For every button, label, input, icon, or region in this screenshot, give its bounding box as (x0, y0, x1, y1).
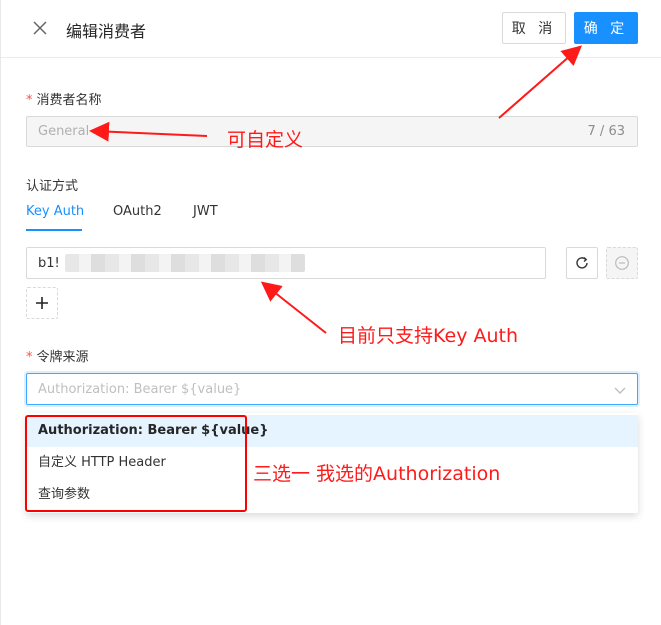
tab-key-auth[interactable]: Key Auth (26, 204, 84, 219)
annotation-custom: 可自定义 (227, 129, 304, 151)
redacted-key-mask (65, 254, 305, 272)
active-tab-indicator (26, 229, 82, 231)
arrow-to-confirm (498, 45, 583, 119)
key-auth-input[interactable]: b1! (26, 247, 546, 279)
refresh-key-button[interactable] (566, 247, 598, 279)
arrow-to-key-input (260, 281, 327, 334)
consumer-name-input[interactable]: General 7 / 63 (26, 116, 638, 147)
tab-jwt[interactable]: JWT (193, 204, 218, 219)
drawer-header: 编辑消费者 取 消 确 定 (1, 0, 661, 58)
plus-icon (36, 297, 48, 309)
cancel-button[interactable]: 取 消 (502, 12, 566, 44)
edit-consumer-drawer: 编辑消费者 取 消 确 定 * 消费者名称 General 7 / 63 认证方式… (0, 0, 661, 625)
add-key-button[interactable] (26, 287, 58, 319)
consumer-name-label-text: 消费者名称 (36, 93, 102, 108)
token-source-placeholder: Authorization: Bearer ${value} (38, 382, 242, 397)
annotation-highlight-box (25, 415, 247, 512)
token-source-label: * 令牌来源 (26, 346, 89, 365)
consumer-name-label: * 消费者名称 (26, 89, 102, 108)
token-source-label-text: 令牌来源 (36, 350, 89, 365)
tab-oauth2[interactable]: OAuth2 (113, 204, 162, 219)
confirm-button[interactable]: 确 定 (574, 12, 638, 44)
required-mark: * (26, 93, 33, 108)
auth-method-label: 认证方式 (26, 179, 79, 194)
annotation-only-key-auth: 目前只支持Key Auth (338, 325, 519, 347)
consumer-name-value: General (38, 124, 90, 139)
chevron-down-icon (614, 387, 626, 394)
required-mark: * (26, 350, 33, 365)
remove-key-button[interactable] (606, 247, 638, 279)
key-auth-value: b1! (38, 256, 60, 271)
annotation-choose-one: 三选一 我选的Authorization (253, 463, 501, 485)
consumer-name-char-count: 7 / 63 (587, 124, 625, 139)
drawer-title: 编辑消费者 (66, 22, 147, 41)
close-icon[interactable] (29, 17, 51, 39)
minus-circle-icon (615, 256, 629, 270)
refresh-icon (576, 256, 588, 269)
token-source-select[interactable]: Authorization: Bearer ${value} (26, 373, 638, 405)
